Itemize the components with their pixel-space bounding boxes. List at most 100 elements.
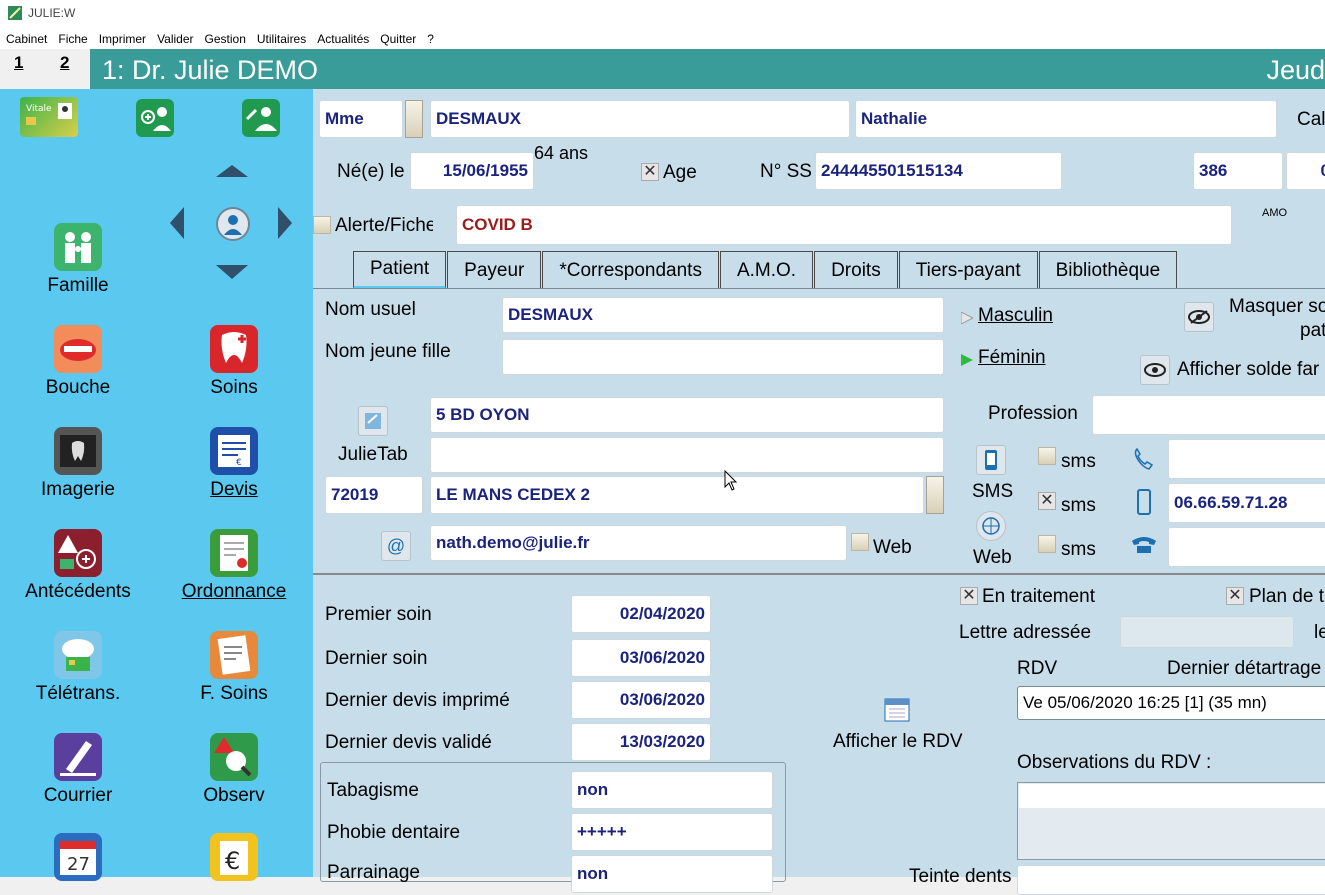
smoking-field[interactable]: non	[571, 771, 773, 809]
menu-help[interactable]: ?	[423, 28, 438, 49]
sidebar-item-calendar[interactable]: 27	[8, 833, 148, 885]
zip-field[interactable]: 72019	[325, 476, 423, 514]
tab-payeur[interactable]: Payeur	[447, 251, 542, 289]
sidebar-item-courrier[interactable]: Courrier	[8, 733, 148, 807]
ss-number-field[interactable]: 244445501515134	[815, 152, 1062, 190]
phone-mobile-field[interactable]: 06.66.59.71.28	[1168, 483, 1325, 523]
show-eye-icon[interactable]	[1140, 355, 1170, 385]
nav-down-icon[interactable]	[216, 265, 248, 279]
alert-checkbox[interactable]	[313, 216, 331, 234]
maiden-name-field[interactable]	[502, 339, 944, 375]
tab-tiers-payant[interactable]: Tiers-payant	[898, 251, 1038, 289]
first-care-field[interactable]: 02/04/2020	[571, 595, 711, 633]
tooth-shade-field[interactable]	[1017, 865, 1325, 895]
sms-mobile-checkbox[interactable]: ✕	[1038, 492, 1056, 510]
email-at-icon[interactable]: @	[381, 531, 411, 561]
last-name-field[interactable]: DESMAUX	[430, 100, 850, 138]
nav-up-icon[interactable]	[216, 165, 248, 179]
menu-actualites[interactable]: Actualités	[313, 28, 373, 49]
last-quote-printed-field[interactable]: 03/06/2020	[571, 681, 711, 719]
tab-patient[interactable]: Patient	[353, 251, 447, 289]
in-treatment-checkbox[interactable]: ✕	[960, 587, 978, 605]
edit-patient-icon[interactable]	[242, 99, 280, 137]
address-line2-field[interactable]	[430, 437, 944, 473]
address-line1-field[interactable]: 5 BD OYON	[430, 397, 944, 433]
family-icon	[54, 223, 102, 271]
city-field[interactable]: LE MANS CEDEX 2	[430, 476, 924, 514]
civility-field[interactable]: Mme	[319, 100, 403, 138]
ss-key-field[interactable]: 386	[1193, 152, 1283, 190]
sms-home-checkbox[interactable]	[1038, 447, 1056, 465]
web-checkbox[interactable]	[851, 533, 869, 551]
sidebar-item-euro[interactable]: €	[164, 833, 304, 885]
letter-field[interactable]	[1120, 616, 1294, 648]
tab-amo[interactable]: A.M.O.	[719, 251, 814, 289]
last-care-field[interactable]: 03/06/2020	[571, 639, 711, 677]
web-globe-icon[interactable]	[976, 511, 1006, 541]
nav-left-icon[interactable]	[170, 207, 186, 239]
last-quote-validated-field[interactable]: 13/03/2020	[571, 723, 711, 761]
usual-name-field[interactable]: DESMAUX	[502, 297, 944, 333]
menu-cabinet[interactable]: Cabinet	[2, 28, 51, 49]
sidebar-item-fsoins[interactable]: F. Soins	[164, 631, 304, 705]
sidebar-item-devis[interactable]: € Devis	[164, 427, 304, 501]
observation-icon	[210, 733, 258, 781]
male-label[interactable]: Masculin	[978, 305, 1053, 327]
male-radio-icon[interactable]	[961, 312, 973, 324]
tab-droits[interactable]: Droits	[814, 251, 898, 289]
profession-field[interactable]	[1092, 395, 1325, 435]
day-label: Jeud	[1266, 55, 1325, 85]
civility-dropdown-button[interactable]	[405, 100, 423, 138]
menu-quitter[interactable]: Quitter	[376, 28, 420, 49]
treatment-plan-label: Plan de t	[1249, 586, 1324, 607]
sms-other-checkbox[interactable]	[1038, 535, 1056, 553]
female-radio-icon[interactable]	[961, 354, 973, 366]
tab-correspondants[interactable]: *Correspondants	[542, 251, 719, 289]
age-checkbox[interactable]: ✕	[641, 163, 659, 181]
rdv-field[interactable]: Ve 05/06/2020 16:25 [1] (35 mn)	[1017, 686, 1325, 720]
doctor-tab-2[interactable]: 2	[60, 53, 69, 73]
menu-gestion[interactable]: Gestion	[201, 28, 250, 49]
sidebar-item-observ[interactable]: Observ	[164, 733, 304, 807]
smoking-label: Tabagisme	[327, 780, 419, 801]
menu-valider[interactable]: Valider	[153, 28, 197, 49]
tab-divider	[313, 288, 1325, 289]
sidebar-item-bouche[interactable]: Bouche	[8, 325, 148, 399]
phone-other-field[interactable]	[1168, 527, 1325, 567]
sponsor-field[interactable]: non	[571, 855, 773, 893]
add-patient-icon[interactable]	[136, 99, 174, 137]
hide-eye-icon[interactable]	[1184, 302, 1214, 332]
birth-date-field[interactable]: 15/06/1955	[410, 152, 534, 190]
nav-patient-icon[interactable]	[216, 207, 250, 241]
nav-right-icon[interactable]	[276, 207, 292, 239]
sms-other-label: sms	[1061, 539, 1096, 560]
last-care-label: Dernier soin	[325, 648, 428, 669]
sidebar-item-ordonnance[interactable]: Ordonnance	[164, 529, 304, 603]
calendar-rdv-icon[interactable]	[882, 694, 912, 724]
female-label[interactable]: Féminin	[978, 347, 1046, 369]
tab-bibliotheque[interactable]: Bibliothèque	[1038, 251, 1178, 289]
sms-icon[interactable]	[976, 445, 1006, 475]
treatment-plan-checkbox[interactable]: ✕	[1226, 587, 1244, 605]
menu-imprimer[interactable]: Imprimer	[95, 28, 150, 49]
city-dropdown-button[interactable]	[926, 476, 944, 514]
menu-utilitaires[interactable]: Utilitaires	[253, 28, 310, 49]
ss-extra-field[interactable]: 0	[1286, 152, 1325, 190]
sidebar-item-antecedents[interactable]: Antécédents	[8, 529, 148, 603]
phone-home-field[interactable]	[1168, 439, 1325, 479]
vitale-card-icon[interactable]: Vitale	[20, 97, 78, 137]
doctor-tab-1[interactable]: 1	[14, 53, 23, 73]
email-field[interactable]: nath.demo@julie.fr	[430, 525, 847, 561]
sidebar-item-famille[interactable]: Famille	[8, 223, 148, 297]
show-rdv-label[interactable]: Afficher le RDV	[833, 731, 963, 753]
rdv-observations-area[interactable]	[1017, 782, 1325, 860]
sidebar-item-teletrans[interactable]: Télétrans.	[8, 631, 148, 705]
sidebar-item-soins[interactable]: Soins	[164, 325, 304, 399]
julietab-icon[interactable]	[358, 406, 388, 436]
first-name-field[interactable]: Nathalie	[855, 100, 1277, 138]
menu-fiche[interactable]: Fiche	[54, 28, 91, 49]
alert-label: Alerte/Fiche	[335, 215, 433, 236]
phobia-field[interactable]: +++++	[571, 813, 773, 851]
alert-field[interactable]: COVID B	[456, 205, 1232, 245]
sidebar-item-imagerie[interactable]: Imagerie	[8, 427, 148, 501]
